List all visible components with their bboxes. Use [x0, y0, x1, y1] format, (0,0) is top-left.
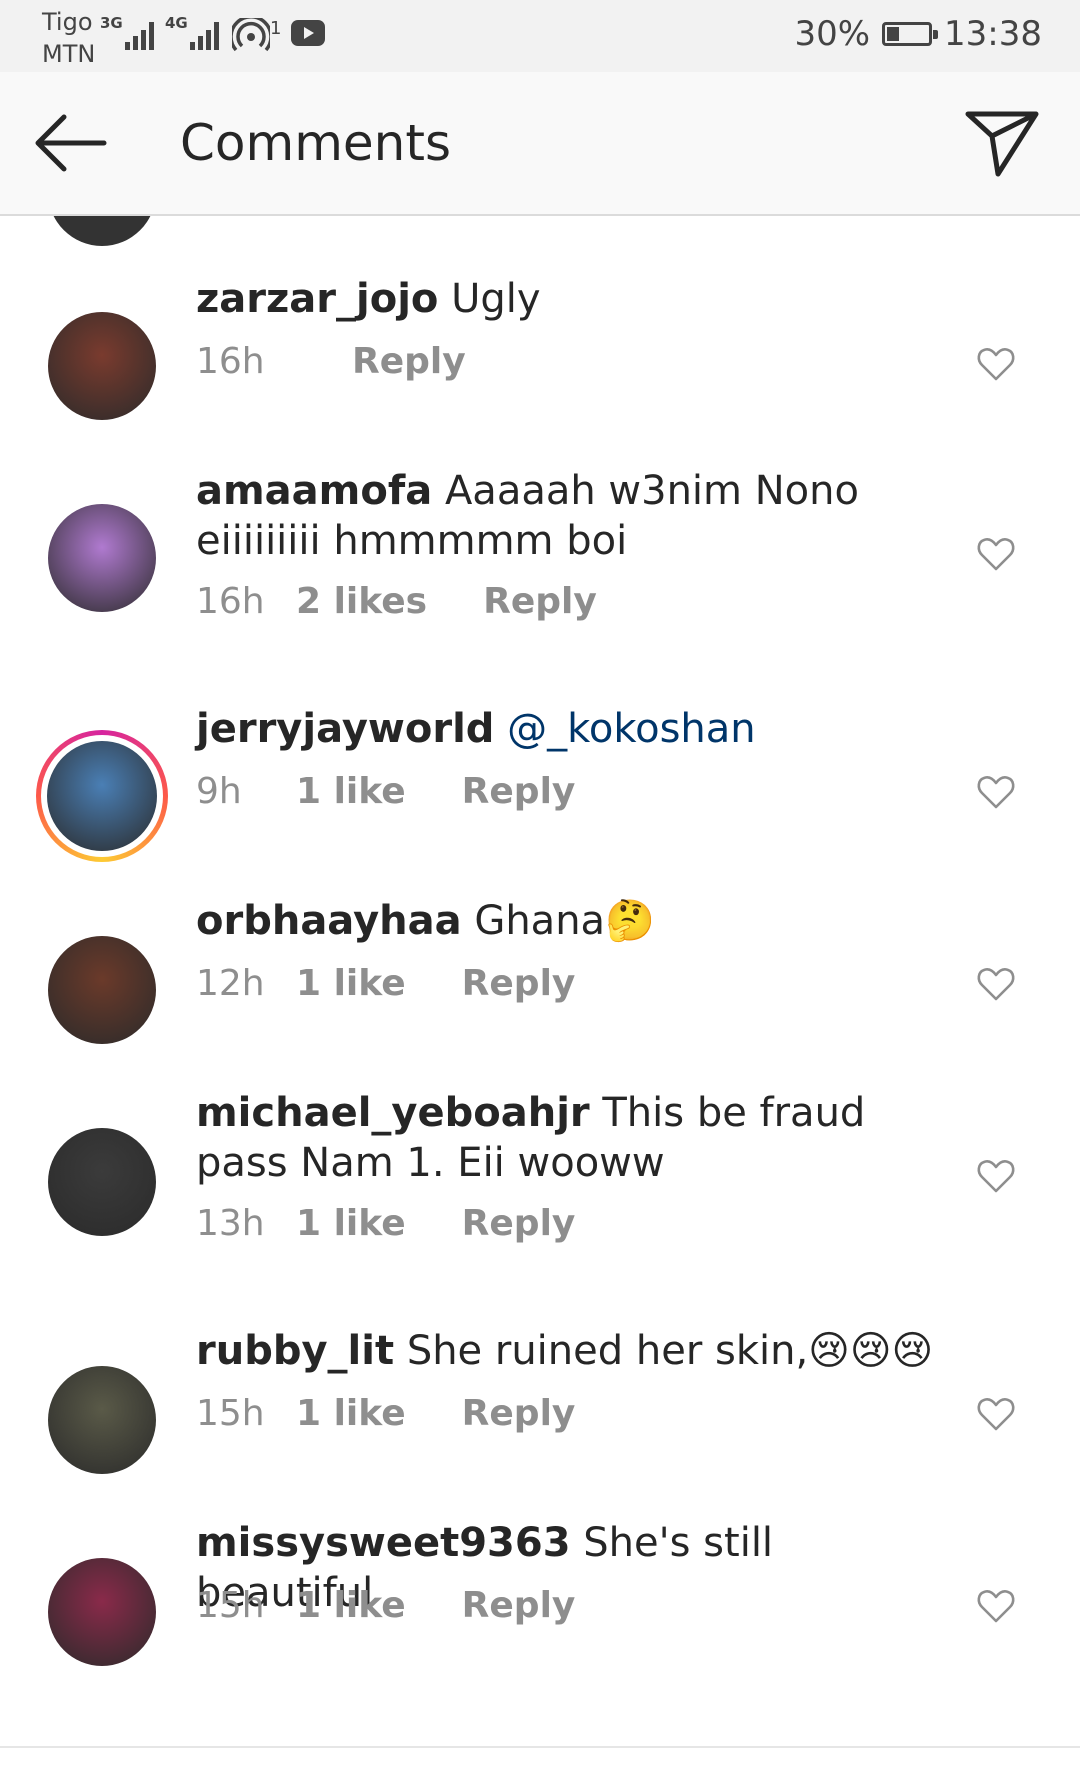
avatar[interactable]	[48, 1558, 156, 1666]
reply-button[interactable]: Reply	[483, 580, 597, 624]
comment-text: Ghana🤔	[474, 898, 655, 944]
comment-likes[interactable]: 1 like	[296, 1202, 406, 1246]
comment-likes[interactable]: 2 likes	[296, 580, 427, 624]
clock: 13:38	[944, 14, 1042, 54]
avatar[interactable]	[47, 741, 157, 851]
comment-username[interactable]: missysweet9363	[196, 1520, 571, 1566]
heart-icon[interactable]	[976, 1156, 1016, 1196]
comment-username[interactable]: rubby_lit	[196, 1328, 394, 1374]
heart-icon[interactable]	[976, 1394, 1016, 1434]
reply-button[interactable]: Reply	[462, 1392, 576, 1436]
send-direct-icon[interactable]	[964, 108, 1040, 180]
battery-percent: 30%	[794, 14, 871, 54]
comment-text: She ruined her skin,😢😢😢	[406, 1328, 934, 1374]
carrier-2: MTN	[42, 40, 96, 68]
comment-time: 15h	[196, 1585, 265, 1626]
comment-username[interactable]: orbhaayhaa	[196, 898, 462, 944]
comment-username[interactable]: zarzar_jojo	[196, 276, 438, 322]
comment-time: 12h	[196, 963, 265, 1004]
comment-text: Ugly	[451, 276, 541, 322]
comment-time: 16h	[196, 341, 265, 382]
comment-time: 13h	[196, 1203, 265, 1244]
avatar[interactable]	[48, 1128, 156, 1236]
battery-icon	[882, 22, 939, 46]
signal-3g-icon: 3G	[100, 14, 157, 50]
avatar[interactable]	[48, 504, 156, 612]
hotspot-icon: 1	[232, 18, 281, 52]
page-title: Comments	[180, 114, 452, 172]
comment-mention[interactable]: @_kokoshan	[507, 706, 755, 752]
heart-icon[interactable]	[976, 1586, 1016, 1626]
comment-list: zarzar_jojo Ugly 16h Reply amaamofa Aaaa…	[0, 216, 1080, 1746]
comment-time: 15h	[196, 1393, 265, 1434]
comment-time: 16h	[196, 581, 265, 622]
carrier-1: Tigo	[42, 8, 93, 36]
reply-button[interactable]: Reply	[352, 340, 466, 384]
heart-icon[interactable]	[976, 964, 1016, 1004]
status-bar: Tigo MTN 3G 4G 1 30% 13:38	[0, 0, 1080, 72]
avatar[interactable]	[48, 312, 156, 420]
signal-4g-icon: 4G	[165, 14, 222, 50]
reply-button[interactable]: Reply	[462, 1202, 576, 1246]
comment-username[interactable]: michael_yeboahjr	[196, 1090, 590, 1136]
comment-likes[interactable]: 1 like	[296, 1392, 406, 1436]
carrier-names: Tigo MTN	[42, 6, 95, 70]
reply-button[interactable]: Reply	[462, 770, 576, 814]
heart-icon[interactable]	[976, 534, 1016, 574]
reply-button[interactable]: Reply	[462, 962, 576, 1006]
comment-time: 9h	[196, 771, 242, 812]
comment-likes[interactable]: 1 like	[296, 1584, 406, 1628]
avatar[interactable]	[48, 936, 156, 1044]
comment-username[interactable]: jerryjayworld	[196, 706, 494, 752]
back-arrow-icon[interactable]	[30, 108, 110, 178]
comment-username[interactable]: amaamofa	[196, 468, 432, 514]
avatar[interactable]	[48, 1366, 156, 1474]
reply-button[interactable]: Reply	[462, 1584, 576, 1628]
comment-likes[interactable]: 1 like	[296, 962, 406, 1006]
youtube-icon	[291, 20, 326, 50]
comment-likes[interactable]: 1 like	[296, 770, 406, 814]
divider	[0, 1746, 1080, 1748]
heart-icon[interactable]	[976, 772, 1016, 812]
story-ring[interactable]	[36, 730, 168, 862]
heart-icon[interactable]	[976, 344, 1016, 384]
avatar[interactable]	[48, 216, 156, 246]
app-bar: Comments	[0, 72, 1080, 216]
